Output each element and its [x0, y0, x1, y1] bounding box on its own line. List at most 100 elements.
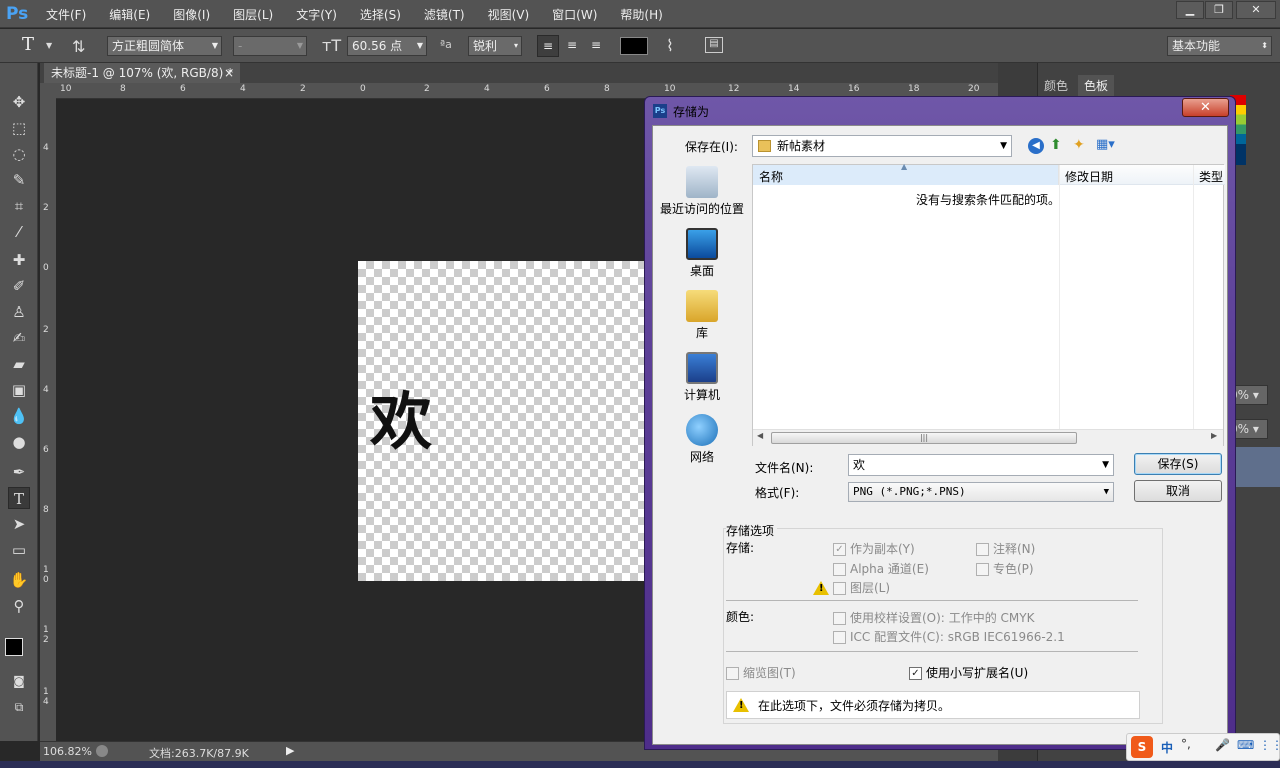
font-size-select[interactable]: 60.56 点 ▼: [347, 36, 427, 56]
minimize-button[interactable]: ▁: [1176, 1, 1204, 19]
place-network[interactable]: 网络: [660, 414, 744, 465]
ruler-label: 2: [424, 84, 430, 94]
up-folder-icon[interactable]: ⬆: [1050, 137, 1062, 153]
dialog-title: 存储为: [673, 105, 710, 119]
cancel-button[interactable]: 取消: [1134, 480, 1222, 502]
scroll-left-icon[interactable]: ◀: [757, 431, 763, 440]
scroll-right-icon[interactable]: ▶: [1211, 431, 1217, 440]
font-style-select[interactable]: - ▼: [233, 36, 307, 56]
move-tool-icon[interactable]: ✥: [8, 91, 30, 113]
place-computer[interactable]: 计算机: [660, 352, 744, 403]
document-canvas[interactable]: 欢: [358, 261, 644, 581]
tab-close-icon[interactable]: ×: [224, 63, 234, 83]
stamp-tool-icon[interactable]: ♙: [8, 301, 30, 323]
menu-layer[interactable]: 图层(L): [233, 6, 273, 23]
crop-tool-icon[interactable]: ⌗: [8, 195, 30, 217]
keyboard-icon[interactable]: ⌨: [1237, 738, 1254, 752]
tab-swatches[interactable]: 色板: [1078, 75, 1115, 96]
eyedropper-tool-icon[interactable]: ⁄: [8, 221, 30, 243]
menu-file[interactable]: 文件(F): [46, 6, 86, 23]
gradient-tool-icon[interactable]: ▣: [8, 379, 30, 401]
align-center-button[interactable]: ≡: [561, 35, 583, 57]
canvas-text-layer[interactable]: 欢: [370, 371, 432, 461]
hand-tool-icon[interactable]: ✋: [8, 569, 30, 591]
column-divider: [1193, 165, 1194, 429]
place-desktop[interactable]: 桌面: [660, 228, 744, 279]
restore-button[interactable]: ❐: [1205, 1, 1233, 19]
option-layers: 图层(L): [833, 579, 890, 596]
dodge-tool-icon[interactable]: ●: [8, 431, 30, 453]
lowercase-checkbox[interactable]: ✓: [909, 667, 922, 680]
view-menu-icon[interactable]: ▦▾: [1096, 137, 1115, 152]
history-brush-tool-icon[interactable]: ✍: [8, 327, 30, 349]
character-panel-icon[interactable]: ▤: [705, 37, 723, 53]
column-type[interactable]: 类型: [1199, 168, 1223, 185]
font-family-select[interactable]: 方正粗圆简体 ▼: [107, 36, 222, 56]
sogou-logo-icon[interactable]: S: [1131, 736, 1153, 758]
save-in-select[interactable]: 新帖素材 ▼: [752, 135, 1012, 157]
type-tool-preset[interactable]: T: [22, 34, 34, 55]
option-lowercase[interactable]: ✓ 使用小写扩展名(U): [909, 664, 1028, 681]
app-close-button[interactable]: ✕: [1236, 1, 1276, 19]
scroll-thumb[interactable]: |||: [771, 432, 1077, 444]
antialias-icon: ªa: [440, 38, 452, 51]
ime-menu-icon[interactable]: ⋮⋮: [1259, 738, 1280, 752]
ime-punctuation[interactable]: °,: [1181, 737, 1191, 751]
menu-window[interactable]: 窗口(W): [552, 6, 597, 23]
save-button[interactable]: 保存(S): [1134, 453, 1222, 475]
zoom-level[interactable]: 106.82%: [43, 745, 92, 758]
warning-icon: !: [733, 698, 749, 712]
column-name[interactable]: 名称: [759, 168, 783, 185]
blur-tool-icon[interactable]: 💧: [8, 405, 30, 427]
horizontal-scrollbar[interactable]: ◀ ||| ▶: [753, 429, 1223, 446]
lasso-tool-icon[interactable]: ◌: [8, 143, 30, 165]
microphone-icon[interactable]: 🎤: [1215, 738, 1230, 752]
align-right-button[interactable]: ≡: [585, 35, 607, 57]
status-menu-arrow-icon[interactable]: ▶: [286, 744, 294, 757]
place-recent[interactable]: 最近访问的位置: [660, 166, 744, 217]
healing-brush-tool-icon[interactable]: ✚: [8, 249, 30, 271]
format-select[interactable]: PNG (*.PNG;*.PNS) ▼: [848, 482, 1114, 502]
menu-view[interactable]: 视图(V): [488, 6, 530, 23]
align-left-button[interactable]: ≡: [537, 35, 559, 57]
workspace-select[interactable]: 基本功能 ⬍: [1167, 36, 1272, 56]
chevron-down-icon: ▼: [211, 41, 218, 50]
zoom-tool-icon[interactable]: ⚲: [8, 595, 30, 617]
quick-mask-icon[interactable]: ◙: [8, 670, 30, 692]
save-in-label: 保存在(I):: [685, 140, 738, 154]
pen-tool-icon[interactable]: ✒: [8, 461, 30, 483]
document-tab[interactable]: 未标题-1 @ 107% (欢, RGB/8) * ×: [44, 63, 240, 83]
eraser-tool-icon[interactable]: ▰: [8, 353, 30, 375]
file-list[interactable]: 名称 ▲ 修改日期 类型 没有与搜索条件匹配的项。 ◀ ||| ▶: [752, 162, 1225, 446]
antialias-select[interactable]: 锐利 ▾: [468, 36, 522, 56]
ime-language[interactable]: 中: [1161, 739, 1173, 756]
shape-tool-icon[interactable]: ▭: [8, 539, 30, 561]
foreground-color-swatch[interactable]: [5, 638, 23, 656]
text-color-swatch[interactable]: [620, 37, 648, 55]
new-folder-icon[interactable]: ✦: [1073, 137, 1085, 153]
type-tool-icon[interactable]: T: [8, 487, 30, 509]
icc-label: ICC 配置文件(C):: [850, 630, 944, 644]
screen-mode-icon[interactable]: ⧉: [8, 696, 30, 718]
back-icon[interactable]: ◀: [1028, 138, 1044, 154]
path-select-tool-icon[interactable]: ➤: [8, 513, 30, 535]
brush-tool-icon[interactable]: ✐: [8, 275, 30, 297]
menu-type[interactable]: 文字(Y): [296, 6, 337, 23]
tab-color[interactable]: 颜色: [1044, 77, 1068, 94]
warp-text-icon[interactable]: ⌇: [666, 36, 674, 55]
menu-select[interactable]: 选择(S): [360, 6, 401, 23]
quick-select-tool-icon[interactable]: ✎: [8, 169, 30, 191]
tool-preset-arrow[interactable]: ▼: [46, 41, 52, 50]
place-libraries[interactable]: 库: [660, 290, 744, 341]
text-orientation-icon[interactable]: ⇅: [72, 37, 85, 56]
column-date-modified[interactable]: 修改日期: [1065, 168, 1113, 185]
menu-edit[interactable]: 编辑(E): [109, 6, 150, 23]
dialog-close-button[interactable]: ✕: [1182, 98, 1229, 117]
menu-filter[interactable]: 滤镜(T): [424, 6, 465, 23]
filename-input[interactable]: 欢 ▼: [848, 454, 1114, 476]
menu-help[interactable]: 帮助(H): [620, 6, 662, 23]
as-copy-checkbox: ✓: [833, 543, 846, 556]
marquee-tool-icon[interactable]: ⬚: [8, 117, 30, 139]
option-thumbnail: 缩览图(T): [726, 664, 796, 681]
menu-image[interactable]: 图像(I): [173, 6, 210, 23]
